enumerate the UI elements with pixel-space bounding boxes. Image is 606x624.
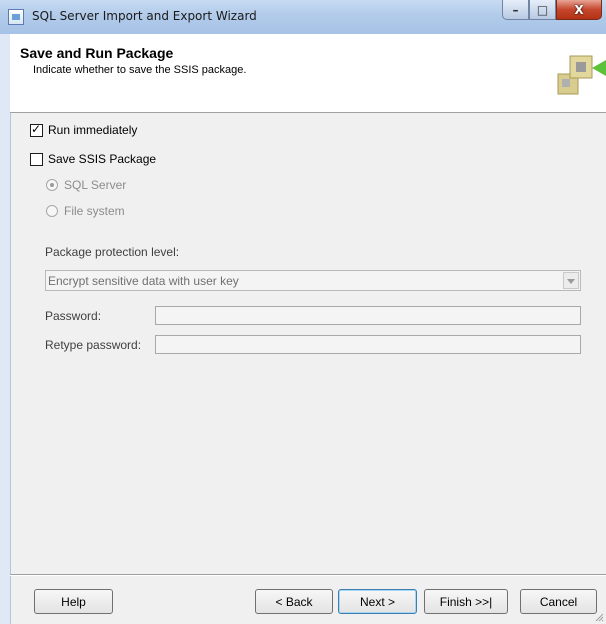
password-field[interactable] (155, 306, 581, 325)
file-system-label: File system (64, 204, 125, 218)
page-title: Save and Run Package (20, 45, 174, 61)
minimize-icon: – (512, 2, 519, 17)
save-ssis-package-checkbox[interactable] (30, 153, 43, 166)
checkmark-icon: ✓ (31, 122, 42, 136)
cancel-button[interactable]: Cancel (520, 589, 597, 614)
sql-server-label: SQL Server (64, 178, 127, 192)
run-immediately-checkbox[interactable]: ✓ (30, 122, 43, 137)
sql-server-radio[interactable] (46, 179, 58, 191)
file-system-radio[interactable] (46, 205, 58, 217)
title-bar: SQL Server Import and Export Wizard – □ … (0, 0, 606, 35)
wizard-header: Save and Run Package Indicate whether to… (10, 34, 606, 113)
window-left-border (0, 34, 11, 624)
protection-level-dropdown[interactable]: Encrypt sensitive data with user key (45, 270, 581, 291)
close-icon: X (574, 2, 584, 17)
wizard-app-icon[interactable] (8, 9, 24, 25)
window-controls: – □ X (502, 0, 602, 22)
maximize-button[interactable]: □ (529, 0, 556, 20)
protection-level-value: Encrypt sensitive data with user key (48, 274, 239, 288)
protection-level-label: Package protection level: (45, 245, 180, 259)
window-title: SQL Server Import and Export Wizard (32, 9, 257, 23)
footer-separator (10, 574, 606, 576)
back-button[interactable]: < Back (255, 589, 333, 614)
dropdown-arrow-button[interactable] (563, 272, 579, 289)
help-button[interactable]: Help (34, 589, 113, 614)
package-puzzle-icon (557, 55, 606, 95)
retype-password-label: Retype password: (45, 338, 142, 352)
retype-password-field[interactable] (155, 335, 581, 354)
chevron-down-icon (567, 279, 575, 284)
run-immediately-label: Run immediately (48, 123, 138, 137)
save-ssis-package-label: Save SSIS Package (48, 152, 157, 166)
close-button[interactable]: X (556, 0, 602, 20)
next-button[interactable]: Next > (338, 589, 417, 614)
finish-button[interactable]: Finish >>| (424, 589, 508, 614)
radio-selected-dot (50, 183, 54, 187)
maximize-icon: □ (536, 2, 549, 17)
resize-grip-icon[interactable] (594, 612, 604, 622)
page-subtitle: Indicate whether to save the SSIS packag… (33, 64, 247, 76)
password-label: Password: (45, 309, 102, 323)
minimize-button[interactable]: – (502, 0, 529, 20)
